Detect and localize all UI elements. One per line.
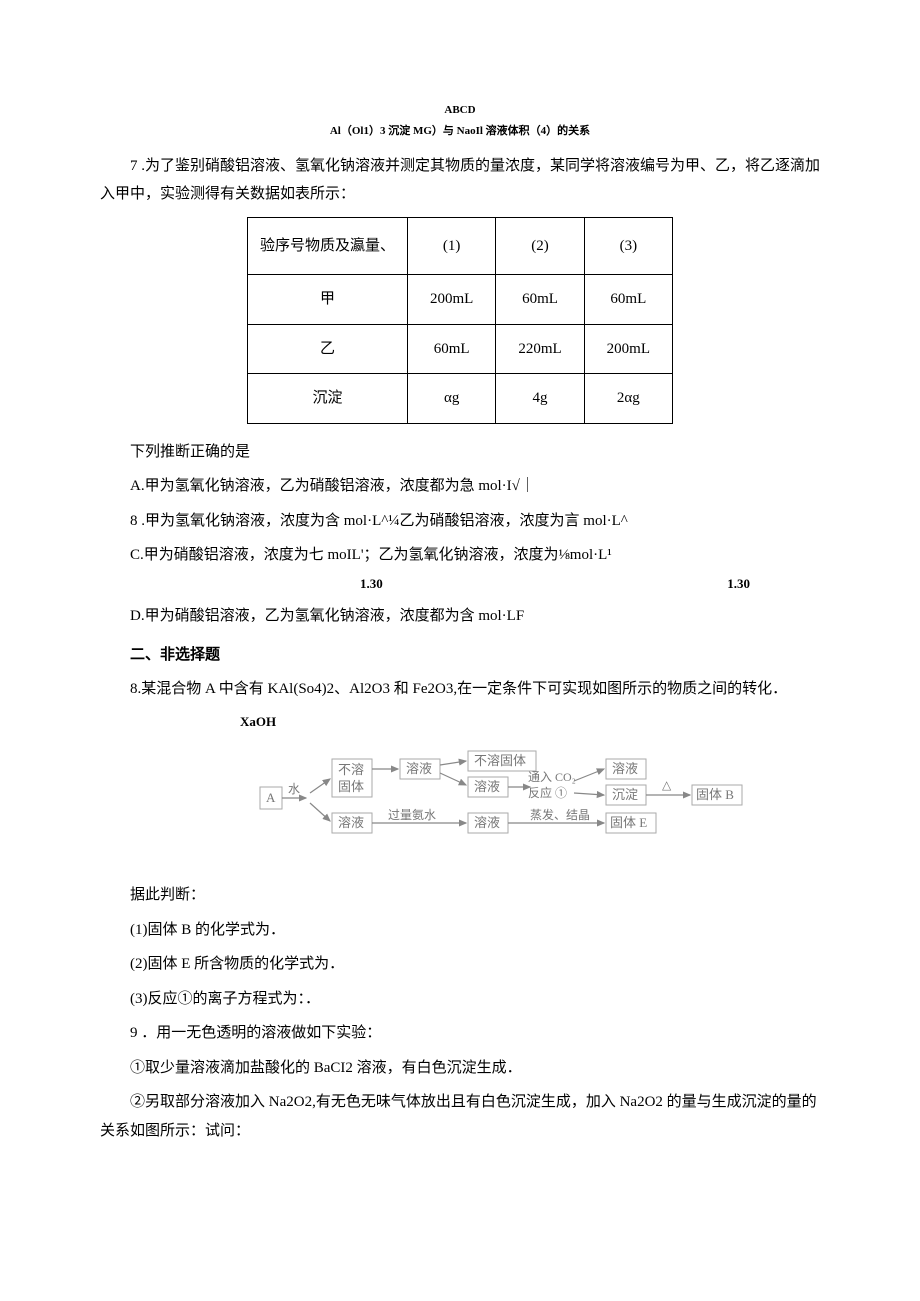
q9-sub2: ②另取部分溶液加入 Na2O2,有无色无味气体放出且有白色沉淀生成，加入 Na2… — [100, 1088, 820, 1145]
cell: (2) — [496, 217, 584, 275]
naoh-label: XaOH — [240, 710, 820, 735]
q8-tail: 据此判断： — [100, 881, 820, 910]
q8-sub2: (2)固体 E 所含物质的化学式为． — [100, 950, 820, 979]
svg-text:水: 水 — [288, 782, 300, 796]
svg-text:溶液: 溶液 — [612, 761, 638, 776]
svg-text:蒸发、结晶: 蒸发、结晶 — [530, 807, 590, 822]
svg-text:△: △ — [662, 778, 672, 792]
q7-table: 验序号物质及瀛量、 (1) (2) (3) 甲 200mL 60mL 60mL … — [247, 217, 673, 424]
q9-stem: 9 ．用一无色透明的溶液做如下实验： — [100, 1019, 820, 1048]
cell: 60mL — [407, 324, 495, 374]
q9-sub1: ①取少量溶液滴加盐酸化的 BaCI2 溶液，有白色沉淀生成． — [100, 1054, 820, 1083]
num-right: 1.30 — [727, 572, 750, 597]
cell: (1) — [407, 217, 495, 275]
svg-text:过量氨水: 过量氨水 — [388, 808, 436, 822]
svg-text:A: A — [266, 790, 276, 805]
svg-text:沉淀: 沉淀 — [612, 787, 638, 802]
table-row: 乙 60mL 220mL 200mL — [247, 324, 672, 374]
section-2-head: 二、非选择题 — [130, 641, 820, 670]
cell: 甲 — [247, 275, 407, 325]
cell: 200mL — [407, 275, 495, 325]
svg-text:不溶固体: 不溶固体 — [474, 753, 526, 768]
svg-text:反应 ①: 反应 ① — [528, 785, 567, 800]
q7-lead: 下列推断正确的是 — [100, 438, 820, 467]
header-abcd: ABCD — [100, 100, 820, 121]
q7-option-d: D.甲为硝酸铝溶液，乙为氢氧化钠溶液，浓度都为含 mol·LF — [100, 602, 820, 631]
svg-text:溶液: 溶液 — [474, 815, 500, 830]
q7-option-a: A.甲为氢氧化钠溶液，乙为硝酸铝溶液，浓度都为急 mol·I√｜ — [100, 472, 820, 501]
q7-stem: 7 .为了鉴别硝酸铝溶液、氢氧化钠溶液并测定其物质的量浓度，某同学将溶液编号为甲… — [100, 152, 820, 209]
q8-sub3: (3)反应①的离子方程式为：． — [100, 985, 820, 1014]
q7-mid-numbers: 1.30 1.30 — [100, 572, 820, 597]
cell: 沉淀 — [247, 374, 407, 424]
cell: 4g — [496, 374, 584, 424]
table-row: 甲 200mL 60mL 60mL — [247, 275, 672, 325]
cell: 200mL — [584, 324, 672, 374]
cell: αg — [407, 374, 495, 424]
cell: 60mL — [496, 275, 584, 325]
cell: 2αg — [584, 374, 672, 424]
svg-text:溶液: 溶液 — [474, 779, 500, 794]
cell: (3) — [584, 217, 672, 275]
cell: 验序号物质及瀛量、 — [247, 217, 407, 275]
svg-text:固体: 固体 — [338, 779, 364, 794]
q8-diagram: A 水 不溶 固体 溶液 溶液 不溶固体 溶液 溶液 通入 CO₂ 反应 ① 溶… — [160, 741, 820, 872]
num-left: 1.30 — [360, 572, 383, 597]
table-row: 沉淀 αg 4g 2αg — [247, 374, 672, 424]
svg-text:溶液: 溶液 — [406, 761, 432, 776]
svg-text:固体 B: 固体 B — [696, 787, 734, 802]
q8-sub1: (1)固体 B 的化学式为． — [100, 916, 820, 945]
cell: 60mL — [584, 275, 672, 325]
flow-diagram-svg: A 水 不溶 固体 溶液 溶液 不溶固体 溶液 溶液 通入 CO₂ 反应 ① 溶… — [230, 741, 750, 861]
q7-option-c: C.甲为硝酸铝溶液，浓度为七 moIL'；乙为氢氧化钠溶液，浓度为⅛mol·L¹ — [100, 541, 820, 570]
svg-text:溶液: 溶液 — [338, 815, 364, 830]
cell: 220mL — [496, 324, 584, 374]
header-relation: Al（Ol1）3 沉淀 MG）与 NaoIl 溶液体积（4）的关系 — [100, 121, 820, 142]
svg-text:不溶: 不溶 — [338, 762, 364, 777]
svg-text:固体 E: 固体 E — [610, 815, 647, 830]
q7-option-b: 8 .甲为氢氧化钠溶液，浓度为含 mol·L^¼乙为硝酸铝溶液，浓度为言 mol… — [100, 507, 820, 536]
q8-stem: 8.某混合物 A 中含有 KAl(So4)2、Al2O3 和 Fe2O3,在一定… — [100, 675, 820, 704]
table-row: 验序号物质及瀛量、 (1) (2) (3) — [247, 217, 672, 275]
svg-text:通入 CO₂: 通入 CO₂ — [528, 770, 576, 784]
cell: 乙 — [247, 324, 407, 374]
